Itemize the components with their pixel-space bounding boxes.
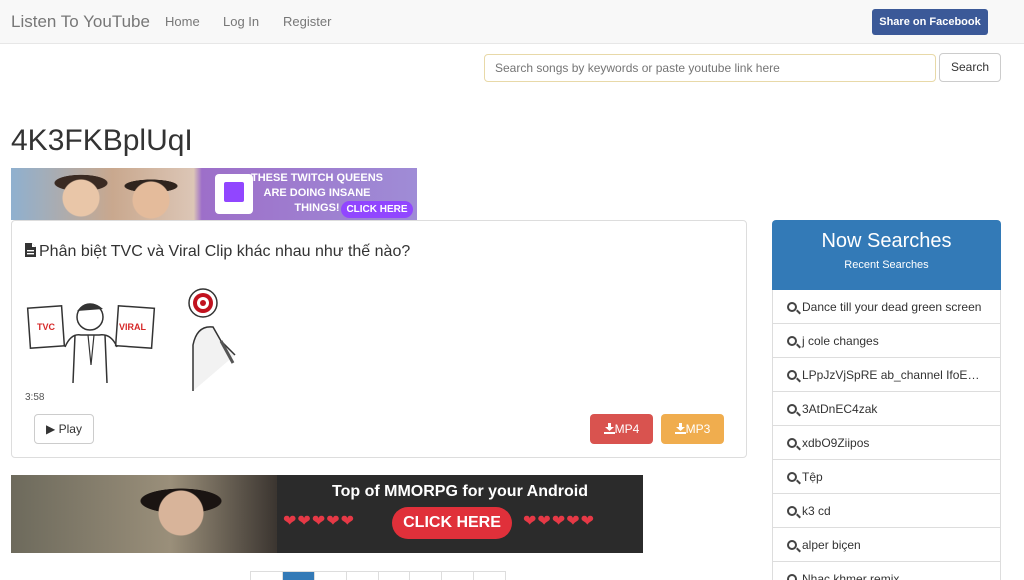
recent-search-item[interactable]: k3 cd xyxy=(772,494,1001,528)
thumb-label-tvc: TVC xyxy=(37,322,56,332)
search-icon xyxy=(787,370,797,380)
video-thumbnail[interactable]: TVC VIRAL xyxy=(25,285,240,391)
recent-search-label: k3 cd xyxy=(802,504,831,518)
hearts-right-icon: ❤❤❤❤❤ xyxy=(523,513,596,530)
play-label: Play xyxy=(58,422,82,436)
recent-search-label: Dance till your dead green screen xyxy=(802,300,982,314)
nav-register-link[interactable]: Register xyxy=(283,14,331,29)
brand-link[interactable]: Listen To YouTube xyxy=(11,12,150,32)
recent-search-label: j cole changes xyxy=(802,334,879,348)
recent-search-label: 3AtDnEC4zak xyxy=(802,402,878,416)
thumb-label-viral: VIRAL xyxy=(119,322,147,332)
page-link[interactable] xyxy=(347,572,379,580)
search-button[interactable]: Search xyxy=(939,53,1001,82)
ad-headline: Top of MMORPG for your Android xyxy=(332,483,588,500)
mp3-label: MP3 xyxy=(685,422,711,436)
nav-home-link[interactable]: Home xyxy=(165,14,200,29)
mp3-download-button[interactable]: MP3 xyxy=(661,414,724,444)
navbar: Listen To YouTube Home Log In Register S… xyxy=(0,0,1024,44)
ad-click-here-button[interactable]: CLICK HERE xyxy=(341,201,413,218)
play-button[interactable]: ▶ Play xyxy=(34,414,94,444)
search-input[interactable] xyxy=(484,54,936,82)
search-icon xyxy=(787,438,797,448)
mp4-label: MP4 xyxy=(614,422,640,436)
recent-search-item[interactable]: 3AtDnEC4zak xyxy=(772,392,1001,426)
recent-search-item[interactable]: j cole changes xyxy=(772,324,1001,358)
share-facebook-button[interactable]: Share on Facebook xyxy=(872,9,988,35)
search-icon xyxy=(787,404,797,414)
recent-search-label: Nhạc khmer remix xyxy=(802,572,900,580)
ad-banner-top[interactable]: THESE TWITCH QUEENS ARE DOING INSANE THI… xyxy=(11,168,417,220)
recent-searches-panel: Now Searches Recent Searches Dance till … xyxy=(772,220,1001,580)
recent-search-item[interactable]: xdbO9Ziipos xyxy=(772,426,1001,460)
search-icon xyxy=(787,336,797,346)
ad-photo xyxy=(11,168,201,220)
panel-title: Now Searches xyxy=(821,230,952,252)
search-icon xyxy=(787,540,797,550)
recent-search-label: LPpJzVjSpRE ab_channel IfoE… xyxy=(802,368,980,382)
ad-banner-bottom[interactable]: Top of MMORPG for your Android ❤❤❤❤❤ CLI… xyxy=(11,475,643,553)
panel-subtitle: Recent Searches xyxy=(844,259,929,271)
panel-header: Now Searches Recent Searches xyxy=(772,220,1001,290)
mp4-download-button[interactable]: MP4 xyxy=(590,414,653,444)
play-icon: ▶ xyxy=(46,422,56,436)
recent-search-item[interactable]: alper biçen xyxy=(772,528,1001,562)
search-icon xyxy=(787,506,797,516)
page-title: 4K3FKBplUqI xyxy=(11,124,193,157)
hearts-left-icon: ❤❤❤❤❤ xyxy=(283,513,356,530)
page-link[interactable] xyxy=(379,572,411,580)
video-title-text: Phân biệt TVC và Viral Clip khác nhau nh… xyxy=(39,243,411,260)
ad-game-art xyxy=(11,475,277,553)
video-card: Phân biệt TVC và Viral Clip khác nhau nh… xyxy=(11,220,747,458)
recent-search-label: xdbO9Ziipos xyxy=(802,436,870,450)
page-link[interactable] xyxy=(474,572,505,580)
download-icon xyxy=(674,423,686,434)
pagination xyxy=(250,571,506,580)
search-icon xyxy=(787,302,797,312)
recent-search-item[interactable]: Dance till your dead green screen xyxy=(772,290,1001,324)
page-link[interactable] xyxy=(442,572,475,580)
recent-search-label: Tệp xyxy=(802,470,823,484)
page-link[interactable] xyxy=(251,572,283,580)
file-icon xyxy=(25,243,36,257)
video-title[interactable]: Phân biệt TVC và Viral Clip khác nhau nh… xyxy=(25,243,410,261)
ad-click-here-button[interactable]: CLICK HERE xyxy=(392,507,512,539)
search-icon xyxy=(787,472,797,482)
nav-login-link[interactable]: Log In xyxy=(223,14,259,29)
download-icon xyxy=(603,423,615,434)
page-link-active[interactable] xyxy=(282,572,315,580)
search-icon xyxy=(787,574,797,580)
recent-search-item[interactable]: Tệp xyxy=(772,460,1001,494)
recent-search-item[interactable]: Nhạc khmer remix xyxy=(772,562,1001,580)
page-link[interactable] xyxy=(315,572,347,580)
recent-search-label: alper biçen xyxy=(802,538,861,552)
video-duration: 3:58 xyxy=(25,392,45,403)
page-link[interactable] xyxy=(410,572,443,580)
recent-search-item[interactable]: LPpJzVjSpRE ab_channel IfoE… xyxy=(772,358,1001,392)
